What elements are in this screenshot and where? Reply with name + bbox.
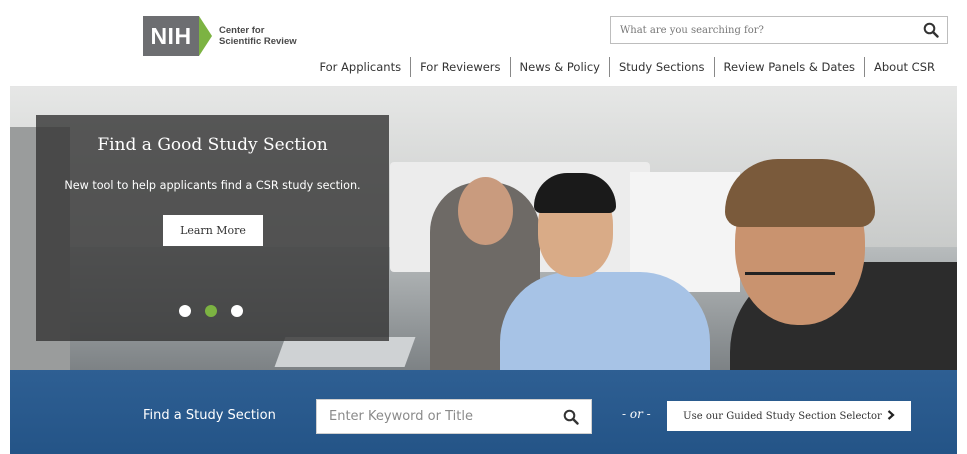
- carousel-dots: [179, 305, 243, 317]
- hero-photo-man-right-hair: [725, 159, 875, 227]
- finder-label: Find a Study Section: [143, 408, 276, 423]
- hero-carousel[interactable]: Find a Good Study Section New tool to he…: [10, 87, 957, 370]
- hero-title: Find a Good Study Section: [97, 135, 328, 155]
- nih-csr-logo[interactable]: NIH Center for Scientific Review: [143, 16, 297, 56]
- learn-more-button[interactable]: Learn More: [163, 215, 263, 246]
- search-icon[interactable]: [563, 409, 579, 430]
- logo-text: Center for Scientific Review: [219, 25, 297, 47]
- main-nav: For Applicants For Reviewers News & Poli…: [310, 56, 944, 78]
- nav-for-reviewers[interactable]: For Reviewers: [410, 57, 509, 77]
- hero-subtitle: New tool to help applicants find a CSR s…: [64, 179, 361, 192]
- hero-caption-panel: Find a Good Study Section New tool to he…: [36, 115, 389, 341]
- guided-selector-label: Use our Guided Study Section Selector: [683, 410, 882, 422]
- carousel-dot-2-active[interactable]: [205, 305, 217, 317]
- carousel-dot-1[interactable]: [179, 305, 191, 317]
- nav-about-csr[interactable]: About CSR: [864, 57, 944, 77]
- study-section-finder: Find a Study Section - or - Use our Guid…: [10, 370, 957, 454]
- nih-logo-chevron: [199, 16, 212, 56]
- chevron-right-icon: [887, 409, 895, 423]
- search-icon[interactable]: [923, 22, 939, 43]
- nav-review-panels-dates[interactable]: Review Panels & Dates: [713, 57, 864, 77]
- nav-news-policy[interactable]: News & Policy: [509, 57, 609, 77]
- hero-photo-man-center: [500, 272, 710, 370]
- nih-logo-mark: NIH: [143, 16, 199, 56]
- finder-search-input[interactable]: [317, 400, 557, 433]
- logo-line-2: Scientific Review: [219, 36, 297, 47]
- or-separator: - or -: [622, 407, 651, 421]
- logo-line-1: Center for: [219, 25, 265, 36]
- nav-for-applicants[interactable]: For Applicants: [310, 57, 410, 77]
- site-search: [610, 16, 948, 44]
- hero-photo-woman-head: [458, 177, 513, 245]
- site-search-input[interactable]: [611, 17, 911, 43]
- site-header: NIH Center for Scientific Review For App…: [0, 0, 967, 86]
- carousel-dot-3[interactable]: [231, 305, 243, 317]
- hero-photo-glasses: [745, 272, 835, 294]
- finder-search: [316, 399, 592, 434]
- hero-photo-laptop: [274, 337, 416, 367]
- nav-study-sections[interactable]: Study Sections: [608, 57, 714, 77]
- guided-selector-button[interactable]: Use our Guided Study Section Selector: [667, 401, 911, 431]
